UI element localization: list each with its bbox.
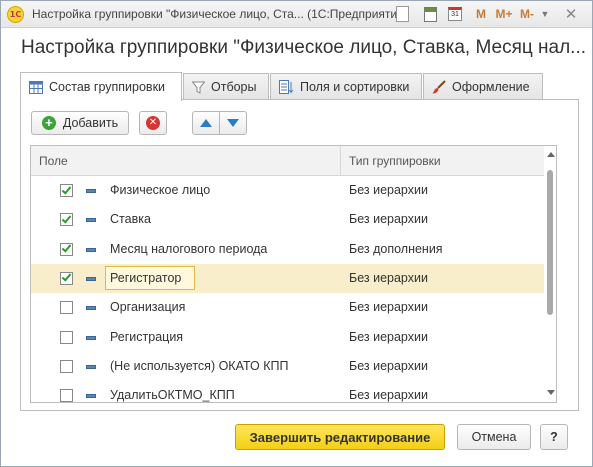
calendar-icon[interactable]: 31: [447, 5, 463, 23]
close-button[interactable]: ✕: [564, 5, 578, 23]
tab-label: Оформление: [452, 80, 530, 94]
checkmark-icon: [61, 242, 72, 253]
brush-icon: [432, 80, 446, 94]
row-checkbox[interactable]: [60, 301, 73, 315]
field-icon: [86, 335, 96, 340]
table-row[interactable]: (Не используется) ОКАТО КПП Без иерархии: [31, 352, 544, 381]
document-icon[interactable]: [395, 5, 409, 23]
field-icon: [86, 218, 96, 223]
add-button-label: Добавить: [62, 116, 119, 130]
table-row[interactable]: Регистрация Без иерархии: [31, 323, 544, 352]
row-checkbox[interactable]: [60, 242, 73, 256]
field-icon: [86, 189, 96, 193]
scroll-thumb[interactable]: [547, 170, 553, 315]
row-checkbox[interactable]: [60, 213, 73, 227]
tab-grouping[interactable]: Состав группировки: [20, 72, 182, 101]
row-field: Физическое лицо: [110, 183, 211, 197]
row-grouping-type[interactable]: Без иерархии: [349, 359, 428, 373]
calendar-day: 31: [448, 7, 462, 21]
row-field: (Не используется) ОКАТО КПП: [110, 358, 289, 373]
row-field: УдалитьОКТМО_КПП: [110, 388, 235, 403]
help-button[interactable]: ?: [540, 424, 568, 450]
row-field[interactable]: Регистратор: [105, 265, 195, 290]
scroll-up-icon[interactable]: [547, 152, 555, 157]
row-grouping-type[interactable]: Без иерархии: [349, 300, 428, 314]
tab-bar: Состав группировки Отборы Поля и сортиро…: [20, 72, 580, 101]
table-icon: [29, 80, 43, 94]
field-icon: [86, 364, 96, 369]
table-row[interactable]: Ставка Без иерархии: [31, 205, 544, 234]
tab-filters[interactable]: Отборы: [183, 73, 269, 100]
row-checkbox[interactable]: [60, 389, 73, 402]
memory-button[interactable]: M: [476, 5, 486, 23]
row-checkbox[interactable]: [60, 359, 73, 373]
add-button[interactable]: + Добавить: [31, 111, 129, 135]
arrow-down-icon: [227, 119, 239, 127]
app-logo-icon: 1С: [7, 6, 24, 23]
row-grouping-type[interactable]: Без иерархии: [349, 388, 428, 402]
table-row[interactable]: Физическое лицо Без иерархии: [31, 176, 544, 205]
table-row[interactable]: Месяц налогового периода Без дополнения: [31, 235, 544, 264]
checkmark-icon: [61, 271, 72, 282]
calculator-icon[interactable]: [423, 5, 437, 23]
dialog-window: 1С Настройка группировки "Физическое лиц…: [0, 0, 593, 467]
window-title: Настройка группировки "Физическое лицо, …: [32, 7, 408, 21]
grouping-table[interactable]: Поле Тип группировки Физическое лицо Без …: [30, 145, 557, 403]
field-icon: [86, 247, 96, 252]
row-checkbox[interactable]: [60, 330, 73, 344]
tab-label: Поля и сортировки: [300, 80, 410, 94]
row-field: Регистрация: [110, 329, 184, 344]
row-grouping-type[interactable]: Без дополнения: [349, 242, 443, 256]
row-field: Месяц налогового периода: [110, 241, 268, 256]
field-icon: [86, 276, 96, 281]
row-grouping-type[interactable]: Без иерархии: [349, 212, 428, 226]
scroll-down-icon[interactable]: [547, 390, 555, 395]
row-checkbox[interactable]: [60, 183, 73, 197]
column-divider: [340, 146, 341, 176]
table-row[interactable]: УдалитьОКТМО_КПП Без иерархии: [31, 381, 544, 403]
tab-appearance[interactable]: Оформление: [423, 73, 543, 100]
page-title: Настройка группировки "Физическое лицо, …: [21, 37, 587, 58]
filter-icon: [192, 81, 205, 94]
cancel-button[interactable]: Отмена: [457, 424, 531, 450]
fields-sort-icon: [279, 80, 294, 94]
delete-button[interactable]: ✕: [139, 111, 167, 135]
row-field: Организация: [110, 300, 186, 315]
field-icon: [86, 306, 96, 311]
finish-editing-button[interactable]: Завершить редактирование: [235, 424, 445, 450]
vertical-scrollbar[interactable]: [544, 146, 556, 402]
tab-label: Отборы: [211, 80, 257, 94]
move-up-button[interactable]: [192, 111, 220, 135]
tab-fields-sort[interactable]: Поля и сортировки: [270, 73, 422, 100]
memory-minus-button[interactable]: M-: [518, 5, 536, 23]
column-header-type[interactable]: Тип группировки: [349, 154, 441, 168]
tab-label: Состав группировки: [49, 80, 166, 94]
move-down-button[interactable]: [219, 111, 247, 135]
column-header-field[interactable]: Поле: [39, 154, 68, 168]
row-field: Ставка: [110, 212, 151, 227]
row-grouping-type[interactable]: Без иерархии: [349, 271, 428, 285]
add-icon: +: [41, 116, 56, 130]
checkmark-icon: [61, 213, 72, 224]
row-grouping-type[interactable]: Без иерархии: [349, 183, 428, 197]
field-icon: [86, 394, 96, 399]
table-header: Поле Тип группировки: [31, 146, 544, 176]
arrow-up-icon: [200, 119, 212, 127]
memory-plus-button[interactable]: M+: [495, 5, 513, 23]
window-menu-button[interactable]: ▼: [539, 5, 551, 23]
checkmark-icon: [61, 183, 72, 195]
delete-icon: ✕: [146, 116, 160, 130]
table-row[interactable]: Регистратор Без иерархии: [31, 263, 544, 293]
title-bar[interactable]: 1С Настройка группировки "Физическое лиц…: [1, 1, 592, 28]
table-row[interactable]: Организация Без иерархии: [31, 293, 544, 322]
row-grouping-type[interactable]: Без иерархии: [349, 330, 428, 344]
row-checkbox[interactable]: [60, 271, 73, 285]
